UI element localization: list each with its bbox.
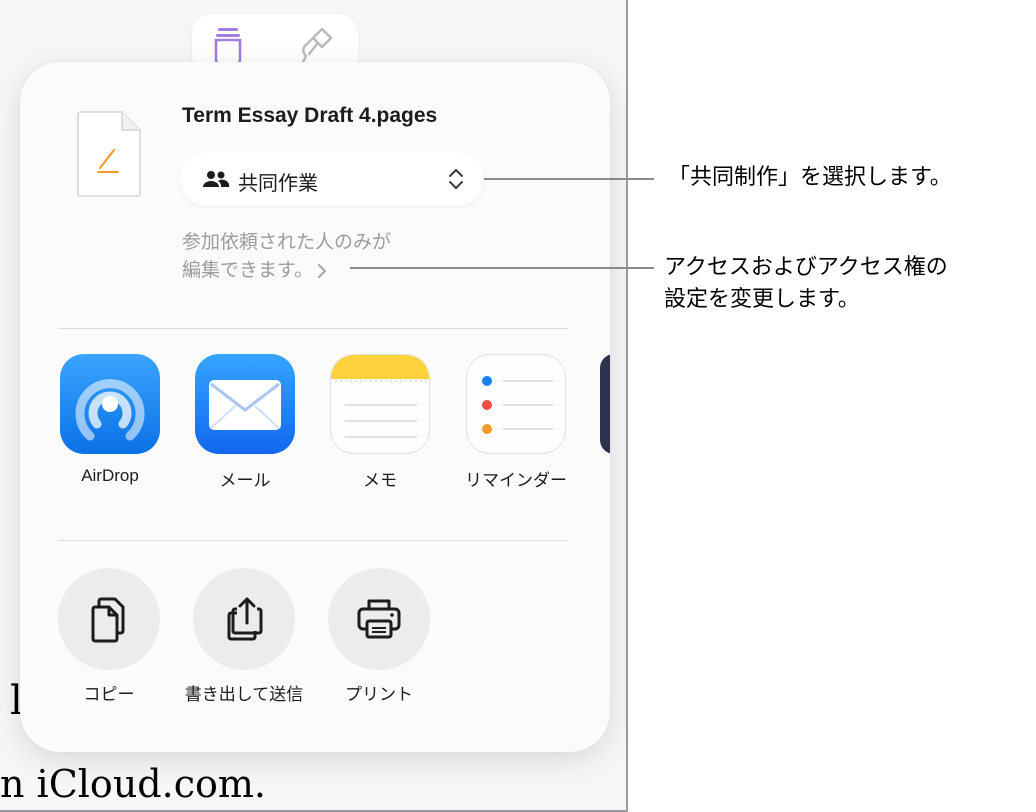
copy-icon <box>91 597 125 643</box>
print-label: プリント <box>345 685 413 705</box>
people-icon <box>203 171 230 187</box>
printer-icon <box>357 599 401 639</box>
notes-app-button[interactable] <box>330 354 430 454</box>
chevron-up-down-icon <box>449 169 463 189</box>
format-icon <box>214 28 242 66</box>
app-window: l n iCloud.com. Term Essay Draft 4.pages <box>0 0 628 812</box>
airdrop-icon <box>75 379 145 441</box>
copy-button[interactable] <box>58 568 160 670</box>
callout-line-collaboration <box>484 178 654 180</box>
mail-label: メール <box>219 471 271 490</box>
callout-line-access <box>350 267 654 269</box>
callout-change-access-line-2: 設定を変更します。 <box>664 287 860 312</box>
airdrop-label: AirDrop <box>81 466 139 485</box>
callout-change-access-line-1: アクセスおよびアクセス権の <box>664 255 948 280</box>
notes-label: メモ <box>363 471 397 490</box>
access-settings-link[interactable]: 参加依頼された人のみが 編集できます。 <box>182 228 391 284</box>
export-share-icon <box>227 597 263 641</box>
divider <box>58 540 568 541</box>
format-tab[interactable] <box>208 26 248 66</box>
paintbrush-icon <box>301 27 333 64</box>
more-app-button-partial[interactable] <box>600 354 610 454</box>
mail-icon <box>209 380 281 430</box>
chevron-right-icon <box>318 263 327 278</box>
document-title: Term Essay Draft 4.pages <box>182 104 438 127</box>
paintbrush-tab[interactable] <box>298 26 338 66</box>
collaboration-mode-label: 共同作業 <box>238 171 318 195</box>
print-button[interactable] <box>328 568 430 670</box>
notes-icon <box>331 355 429 438</box>
reminders-icon <box>482 376 553 434</box>
share-sheet: Term Essay Draft 4.pages 共同作業 参加依頼された人のみ… <box>20 62 610 752</box>
mail-app-button[interactable] <box>195 354 295 454</box>
export-and-send-button[interactable] <box>193 568 295 670</box>
collaboration-mode-select[interactable]: 共同作業 <box>180 152 484 206</box>
divider <box>58 328 568 329</box>
background-text-icloud: n iCloud.com. <box>0 762 266 806</box>
copy-label: コピー <box>83 685 135 705</box>
callout-change-access: アクセスおよびアクセス権の 設定を変更します。 <box>664 252 948 316</box>
pages-document-icon <box>77 111 141 197</box>
callout-select-collaboration: 「共同制作」を選択します。 <box>668 165 952 190</box>
airdrop-app-button[interactable] <box>60 354 160 454</box>
reminders-app-button[interactable] <box>466 354 566 454</box>
access-line-2: 編集できます。 <box>182 259 314 281</box>
access-line-1: 参加依頼された人のみが <box>182 231 392 253</box>
reminders-label: リマインダー <box>465 471 567 490</box>
export-and-send-label: 書き出して送信 <box>184 685 304 705</box>
